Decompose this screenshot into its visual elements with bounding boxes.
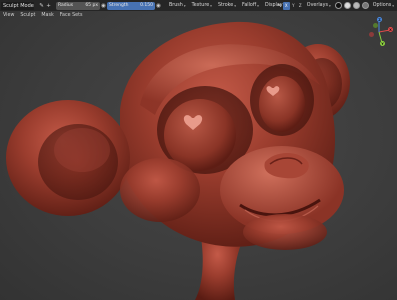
solid-shading-icon[interactable] bbox=[343, 2, 351, 9]
chin bbox=[243, 214, 327, 250]
left-eye bbox=[164, 99, 236, 171]
gizmo-neg-x[interactable] bbox=[369, 32, 374, 37]
gizmo-x-axis[interactable]: X bbox=[388, 27, 393, 32]
pressure-radius-icon[interactable]: ◉ bbox=[100, 2, 107, 10]
3d-viewport[interactable] bbox=[0, 0, 397, 300]
menu-options[interactable]: Options ▾ bbox=[370, 3, 397, 8]
brush-icon[interactable]: ✎ bbox=[38, 2, 45, 10]
cheek bbox=[120, 158, 200, 222]
material-shading-icon[interactable] bbox=[352, 2, 360, 9]
strength-value: 0.150 bbox=[140, 3, 153, 8]
sculpt-model[interactable] bbox=[0, 0, 397, 300]
x-axis-toggle[interactable]: X bbox=[282, 1, 290, 10]
strength-field[interactable]: Strength 0.150 bbox=[107, 1, 155, 10]
gizmo-z-axis[interactable]: Z bbox=[377, 17, 382, 22]
right-eye bbox=[259, 76, 305, 132]
symmetry-icon[interactable]: ⇋ bbox=[276, 2, 283, 10]
menu-texture[interactable]: Texture ▾ bbox=[189, 3, 215, 8]
menu-face-sets[interactable]: Face Sets bbox=[57, 13, 86, 18]
gizmo-neg-y[interactable] bbox=[373, 23, 378, 28]
menu-stroke[interactable]: Stroke ▾ bbox=[215, 3, 239, 8]
pressure-strength-icon[interactable]: ◉ bbox=[155, 2, 162, 10]
viewport-menu-bar: View Sculpt Mask Face Sets bbox=[0, 11, 150, 20]
menu-view[interactable]: View bbox=[0, 13, 17, 18]
tool-header: Sculpt Mode ✎ + Radius 65 px ◉ Strength … bbox=[0, 0, 397, 11]
radius-label: Radius bbox=[58, 3, 74, 8]
y-axis-toggle[interactable]: Y bbox=[290, 2, 297, 10]
menu-overlays[interactable]: Overlays ▾ bbox=[304, 3, 334, 8]
gizmo-y-axis[interactable]: Y bbox=[380, 41, 385, 46]
add-icon[interactable]: + bbox=[45, 2, 52, 10]
strength-label: Strength bbox=[109, 3, 129, 8]
menu-falloff[interactable]: Falloff ▾ bbox=[239, 3, 262, 8]
menu-sculpt[interactable]: Sculpt bbox=[17, 13, 38, 18]
menu-brush[interactable]: Brush ▾ bbox=[166, 3, 189, 8]
wireframe-icon[interactable] bbox=[334, 2, 342, 9]
rendered-shading-icon[interactable] bbox=[361, 2, 369, 9]
viewport-tools: ⇋ X Y Z Overlays ▾ Options ▾ bbox=[276, 0, 397, 11]
mode-selector[interactable]: Sculpt Mode bbox=[1, 1, 34, 10]
z-axis-toggle[interactable]: Z bbox=[297, 2, 304, 10]
radius-value: 65 px bbox=[85, 3, 98, 8]
radius-field[interactable]: Radius 65 px bbox=[56, 1, 100, 10]
menu-mask[interactable]: Mask bbox=[38, 13, 56, 18]
navigation-gizmo[interactable]: X Y Z bbox=[363, 16, 395, 48]
